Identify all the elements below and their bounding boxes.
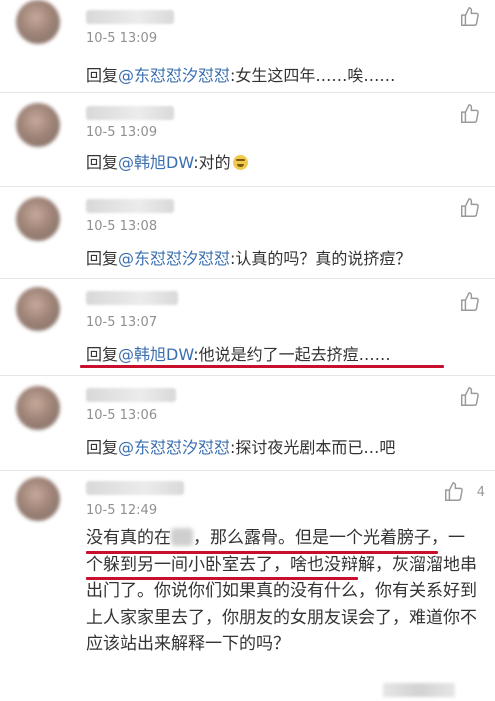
comment-text: 没有真的在 ，那么露骨。但是一个光着膀子，一个躲到另一间小卧室去了，啥也没辩解，灰… — [86, 525, 478, 658]
mention-link[interactable]: @东怼怼汐怼怼 — [118, 249, 230, 268]
reply-prefix: 回复 — [86, 66, 119, 85]
avatar[interactable] — [16, 103, 60, 147]
comment-item: 10-5 13:07 回复@韩旭DW:他说是约了一起去挤痘…… — [0, 279, 495, 375]
comment-text: 回复@东怼怼汐怼怼:女生这四年……唉…… — [86, 62, 395, 86]
like-button[interactable] — [459, 6, 481, 28]
red-underline — [86, 551, 438, 554]
comment-time: 10-5 13:08 — [86, 219, 158, 234]
reply-body: :他说是约了一起去挤痘…… — [193, 345, 391, 364]
reply-prefix: 回复 — [86, 153, 119, 172]
mention-link[interactable]: @韩旭DW — [118, 153, 193, 172]
mention-link[interactable]: @东怼怼汐怼怼 — [118, 438, 230, 457]
reply-prefix: 回复 — [86, 249, 119, 268]
comment-text: 回复@东怼怼汐怼怼:探讨夜光剧本而已…吧 — [86, 434, 395, 458]
username-blurred[interactable] — [86, 106, 174, 120]
comment-item: 10-5 13:09 回复@韩旭DW:对的 — [0, 93, 495, 186]
thumbs-up-icon — [461, 104, 479, 123]
avatar[interactable] — [16, 287, 60, 331]
like-count: 4 — [476, 485, 485, 500]
reply-body: :认真的吗？真的说挤痘？ — [230, 249, 412, 268]
like-button[interactable] — [459, 291, 481, 313]
comment-item: 10-5 12:49 4 没有真的在 ，那么露骨。但是一个光着膀子，一个躲到另一间… — [0, 471, 495, 701]
comment-time: 10-5 13:07 — [86, 315, 158, 330]
thumbs-up-icon — [461, 387, 479, 406]
comment-text: 回复@东怼怼汐怼怼:认真的吗？真的说挤痘？ — [86, 245, 411, 269]
username-blurred[interactable] — [86, 481, 184, 495]
comment-time: 10-5 13:09 — [86, 125, 158, 140]
comment-item: 10-5 13:09 回复@东怼怼汐怼怼:女生这四年……唉…… — [0, 0, 495, 92]
red-underline — [80, 365, 444, 368]
thumbs-up-icon — [461, 7, 479, 26]
reply-body: :对的 — [193, 153, 231, 172]
username-blurred[interactable] — [86, 291, 178, 305]
comment-time: 10-5 13:09 — [86, 31, 158, 46]
blurred-word — [171, 528, 193, 546]
avatar[interactable] — [16, 477, 60, 521]
reply-body: :探讨夜光剧本而已…吧 — [230, 438, 396, 457]
like-button[interactable] — [459, 386, 481, 408]
thumbs-up-icon — [445, 482, 463, 501]
username-blurred[interactable] — [86, 199, 174, 213]
thumbs-up-icon — [461, 198, 479, 217]
comment-text: 回复@韩旭DW:他说是约了一起去挤痘…… — [86, 341, 391, 365]
mention-link[interactable]: @韩旭DW — [118, 345, 193, 364]
avatar[interactable] — [16, 0, 60, 44]
like-button[interactable] — [459, 103, 481, 125]
like-button[interactable] — [443, 481, 465, 503]
reply-body: :女生这四年……唉…… — [230, 66, 396, 85]
avatar[interactable] — [16, 197, 60, 241]
mention-link[interactable]: @东怼怼汐怼怼 — [118, 66, 230, 85]
laughing-emoji-icon — [232, 155, 248, 170]
comment-item: 10-5 13:08 回复@东怼怼汐怼怼:认真的吗？真的说挤痘？ — [0, 187, 495, 278]
thumbs-up-icon — [461, 292, 479, 311]
username-blurred[interactable] — [86, 10, 174, 24]
reply-prefix: 回复 — [86, 438, 119, 457]
username-blurred[interactable] — [86, 388, 176, 402]
comment-item: 10-5 13:06 回复@东怼怼汐怼怼:探讨夜光剧本而已…吧 — [0, 376, 495, 470]
like-button[interactable] — [459, 197, 481, 219]
avatar[interactable] — [16, 386, 60, 430]
comment-time: 10-5 12:49 — [86, 503, 158, 518]
reply-prefix: 回复 — [86, 345, 119, 364]
red-underline — [86, 577, 358, 580]
comment-body-part1: 没有真的在 — [86, 528, 171, 548]
comment-text: 回复@韩旭DW:对的 — [86, 149, 248, 173]
comment-time: 10-5 13:06 — [86, 408, 158, 423]
watermark — [383, 683, 455, 697]
